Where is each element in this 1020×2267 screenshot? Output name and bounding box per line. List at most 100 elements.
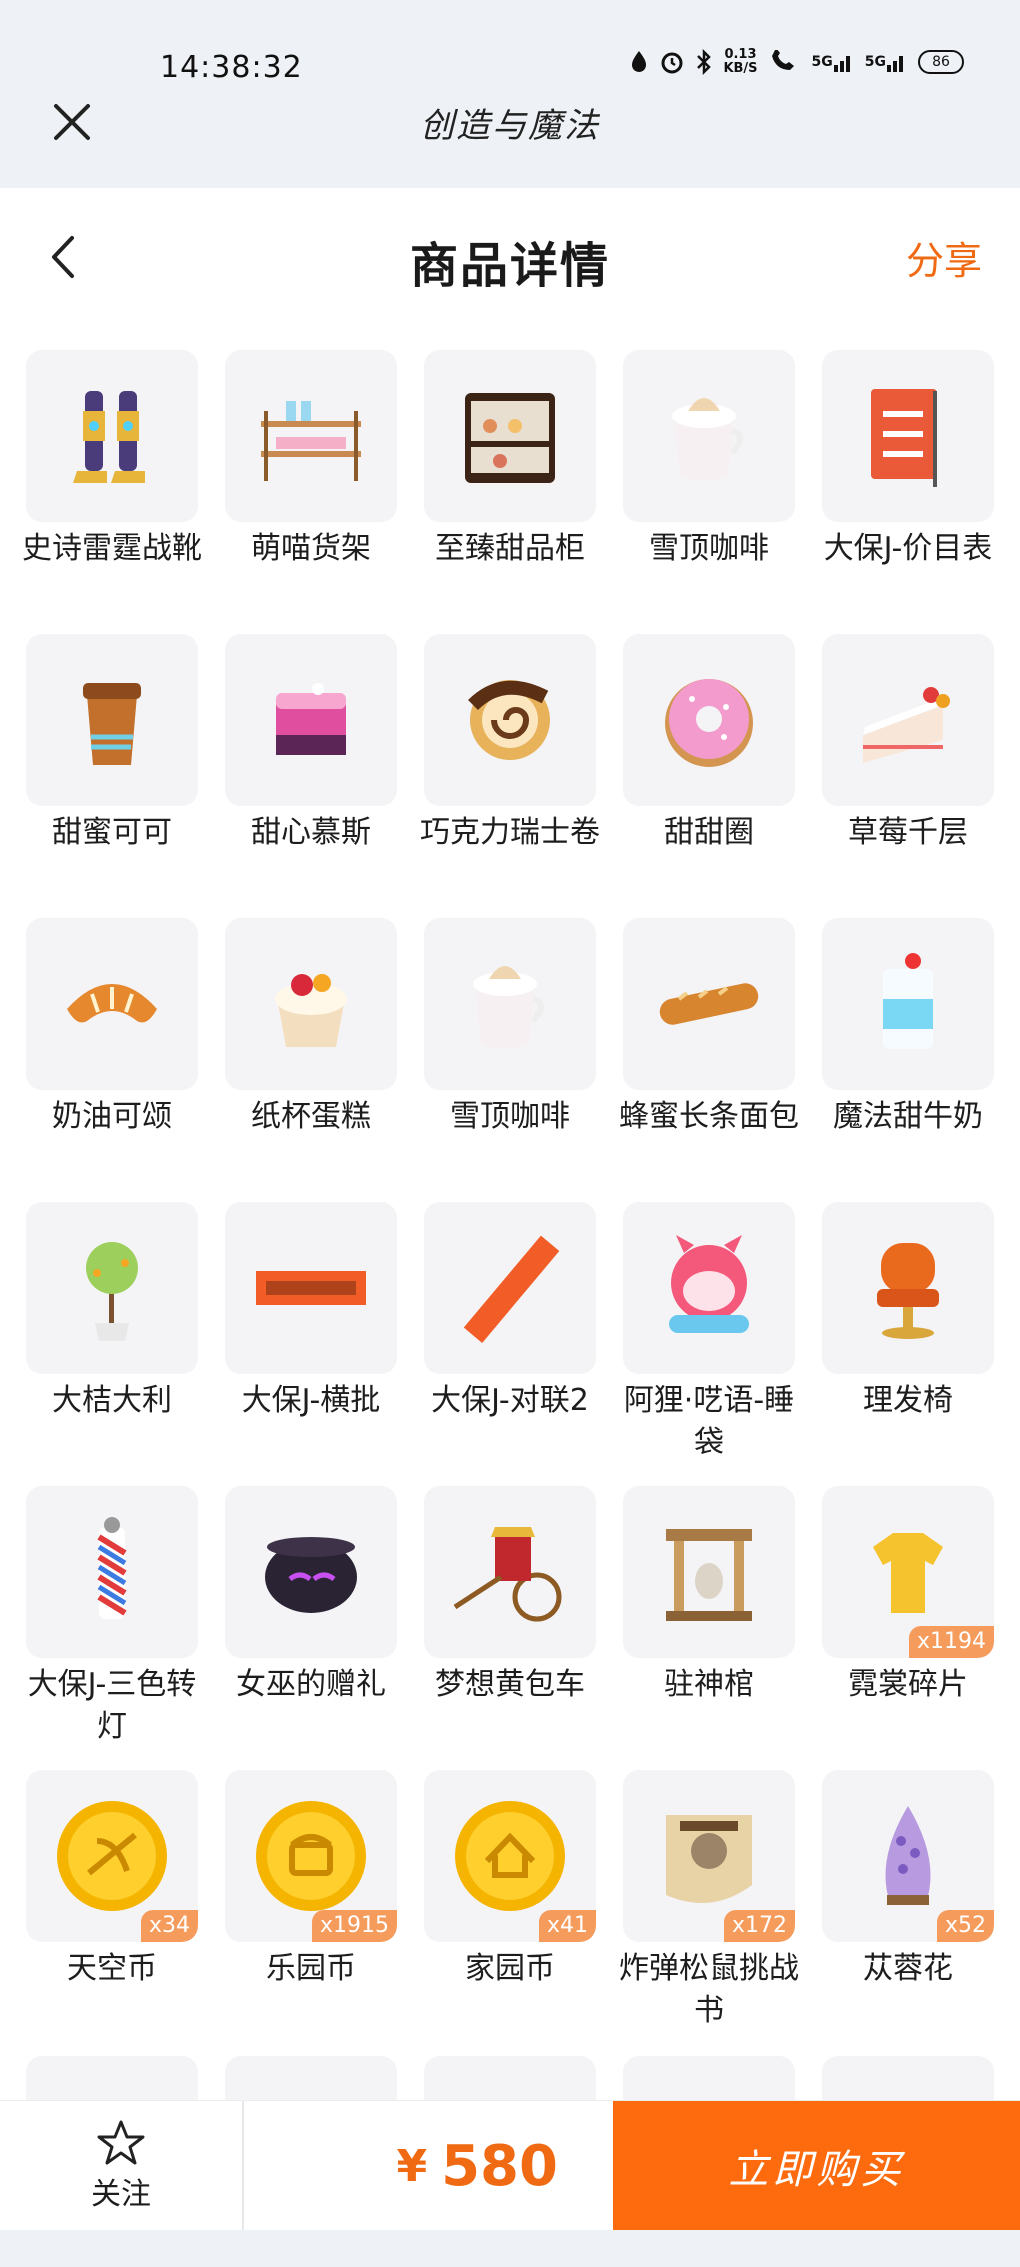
product-item[interactable]: x41 家园币: [424, 1770, 596, 2054]
item-thumb[interactable]: [225, 1202, 397, 1374]
item-thumb[interactable]: x172: [623, 1770, 795, 1942]
item-thumb[interactable]: [424, 350, 596, 522]
sky-coin-icon: [57, 1801, 167, 1911]
item-thumb[interactable]: [225, 2056, 397, 2106]
product-item[interactable]: 雪顶咖啡: [424, 918, 596, 1202]
item-thumb[interactable]: [623, 634, 795, 806]
product-item[interactable]: x172 炸弹松鼠挑战书: [619, 1770, 799, 2054]
swiss-roll-icon: [468, 680, 550, 760]
item-name: 魔法甜牛奶: [833, 1099, 983, 1134]
item-thumb[interactable]: [26, 1486, 198, 1658]
item-thumb[interactable]: [26, 350, 198, 522]
baguette-icon: [659, 983, 759, 1025]
item-name: 蜂蜜长条面包: [619, 1099, 799, 1134]
product-item[interactable]: 甜甜圈: [623, 634, 795, 918]
item-name: 霓裳碎片: [848, 1667, 968, 1702]
shirt-icon: [873, 1533, 943, 1613]
item-thumb[interactable]: x52: [822, 1770, 994, 1942]
product-item[interactable]: 大保J-对联2: [424, 1202, 596, 1486]
item-thumb[interactable]: [225, 918, 397, 1090]
product-item[interactable]: 雪顶咖啡: [623, 350, 795, 634]
item-thumb[interactable]: x1915: [225, 1770, 397, 1942]
product-item[interactable]: x1915 乐园币: [225, 1770, 397, 2054]
product-item[interactable]: 纸杯蛋糕: [225, 918, 397, 1202]
item-thumb[interactable]: [26, 918, 198, 1090]
product-item[interactable]: 大桔大利: [26, 1202, 198, 1486]
item-thumb[interactable]: [822, 634, 994, 806]
product-item[interactable]: 甜心慕斯: [225, 634, 397, 918]
product-item[interactable]: 阿狸·呓语-睡袋: [623, 1202, 795, 1486]
item-thumb[interactable]: [822, 918, 994, 1090]
item-thumb[interactable]: [623, 350, 795, 522]
item-name: 甜心慕斯: [251, 815, 371, 850]
item-thumb[interactable]: [424, 2056, 596, 2106]
item-thumb[interactable]: [26, 2056, 198, 2106]
product-item[interactable]: 大保J-横批: [225, 1202, 397, 1486]
croissant-icon: [67, 984, 157, 1023]
product-item[interactable]: 理发椅: [822, 1202, 994, 1486]
product-item[interactable]: 大保J-价目表: [822, 350, 994, 634]
item-name: 雪顶咖啡: [450, 1099, 570, 1134]
cake-slice-icon: [863, 687, 950, 763]
product-item[interactable]: 史诗雷霆战靴: [22, 350, 202, 634]
product-item[interactable]: 至臻甜品柜: [424, 350, 596, 634]
quantity-badge: x172: [723, 1910, 795, 1942]
item-name: 甜蜜可可: [52, 815, 172, 850]
status-time: 14:38:32: [160, 50, 303, 85]
page-header: 商品详情 分享: [0, 188, 1020, 328]
buy-now-button[interactable]: 立即购买: [613, 2101, 1020, 2231]
item-thumb[interactable]: [225, 350, 397, 522]
product-item[interactable]: 梦想黄包车: [424, 1486, 596, 1770]
item-thumb[interactable]: [26, 634, 198, 806]
barber-pole-icon: [97, 1517, 127, 1619]
item-thumb[interactable]: [822, 2056, 994, 2106]
banner-icon: [256, 1271, 366, 1305]
product-item[interactable]: x1194 霓裳碎片: [822, 1486, 994, 1770]
product-item[interactable]: 蜂蜜长条面包: [619, 918, 799, 1202]
product-item[interactable]: 甜蜜可可: [26, 634, 198, 918]
item-thumb[interactable]: [424, 1486, 596, 1658]
product-item[interactable]: 驻神棺: [623, 1486, 795, 1770]
product-item[interactable]: 巧克力瑞士卷: [420, 634, 600, 918]
shelf-icon: [261, 401, 361, 481]
product-item[interactable]: 魔法甜牛奶: [822, 918, 994, 1202]
item-thumb[interactable]: [424, 634, 596, 806]
item-name: 大保J-价目表: [823, 531, 993, 566]
item-thumb[interactable]: [623, 2056, 795, 2106]
item-grid-partial-row: [26, 2056, 996, 2106]
follow-label: 关注: [91, 2177, 151, 2212]
item-name: 奶油可颂: [52, 1099, 172, 1134]
item-thumb[interactable]: [623, 918, 795, 1090]
item-name: 史诗雷霆战靴: [22, 531, 202, 566]
quantity-badge: x34: [140, 1910, 198, 1942]
product-item[interactable]: 大保J-三色转灯: [26, 1486, 198, 1770]
item-name: 至臻甜品柜: [435, 531, 585, 566]
product-item[interactable]: 女巫的赠礼: [225, 1486, 397, 1770]
product-item[interactable]: 草莓千层: [822, 634, 994, 918]
share-button[interactable]: 分享: [906, 230, 982, 285]
item-thumb[interactable]: x41: [424, 1770, 596, 1942]
item-name: 驻神棺: [664, 1667, 754, 1702]
item-thumb[interactable]: x1194: [822, 1486, 994, 1658]
home-coin-icon: [455, 1801, 565, 1911]
item-thumb[interactable]: [822, 1202, 994, 1374]
shrine-icon: [666, 1529, 752, 1621]
product-item[interactable]: x52 苁蓉花: [822, 1770, 994, 2054]
product-item[interactable]: x34 天空币: [26, 1770, 198, 2054]
follow-button[interactable]: 关注: [0, 2101, 244, 2231]
item-thumb[interactable]: [424, 1202, 596, 1374]
item-thumb[interactable]: [26, 1202, 198, 1374]
item-thumb[interactable]: x34: [26, 1770, 198, 1942]
item-thumb[interactable]: [225, 634, 397, 806]
item-thumb[interactable]: [623, 1202, 795, 1374]
product-item[interactable]: 萌喵货架: [225, 350, 397, 634]
item-thumb[interactable]: [822, 350, 994, 522]
item-name: 纸杯蛋糕: [251, 1099, 371, 1134]
product-item[interactable]: 奶油可颂: [26, 918, 198, 1202]
item-thumb[interactable]: [623, 1486, 795, 1658]
item-name: 甜甜圈: [664, 815, 754, 850]
item-thumb[interactable]: [225, 1486, 397, 1658]
mousse-icon: [276, 683, 346, 755]
item-thumb[interactable]: [424, 918, 596, 1090]
quantity-badge: x1194: [908, 1626, 994, 1658]
